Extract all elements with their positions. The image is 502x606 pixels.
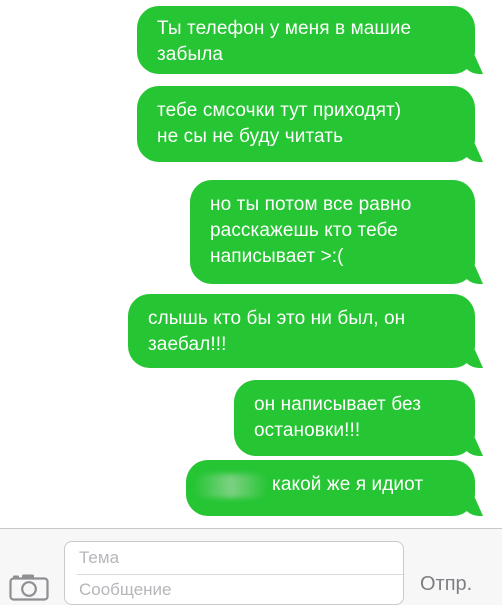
field-divider — [77, 574, 403, 575]
redacted-text — [194, 474, 268, 498]
message-input-field[interactable]: Тема Сообщение — [64, 541, 404, 605]
subject-input[interactable]: Тема — [79, 548, 119, 568]
camera-icon[interactable] — [9, 573, 49, 601]
message-input[interactable]: Сообщение — [79, 580, 172, 600]
send-button[interactable]: Отпр. — [420, 573, 472, 596]
message-bubble[interactable]: тебе смсочки тут приходят) не сы не буду… — [137, 86, 475, 162]
message-bubble[interactable]: он написывает без остановки!!! — [234, 380, 475, 456]
message-bubble[interactable]: но ты потом все равно расскажешь кто теб… — [190, 180, 475, 284]
message-thread: Ты телефон у меня в машие забыла тебе см… — [0, 0, 502, 528]
message-bubble[interactable]: слышь кто бы это ни был, он заебал!!! — [128, 294, 475, 368]
message-bubble[interactable]: Ты телефон у меня в машие забыла — [137, 6, 475, 74]
message-composer: Тема Сообщение Отпр. — [0, 528, 502, 605]
